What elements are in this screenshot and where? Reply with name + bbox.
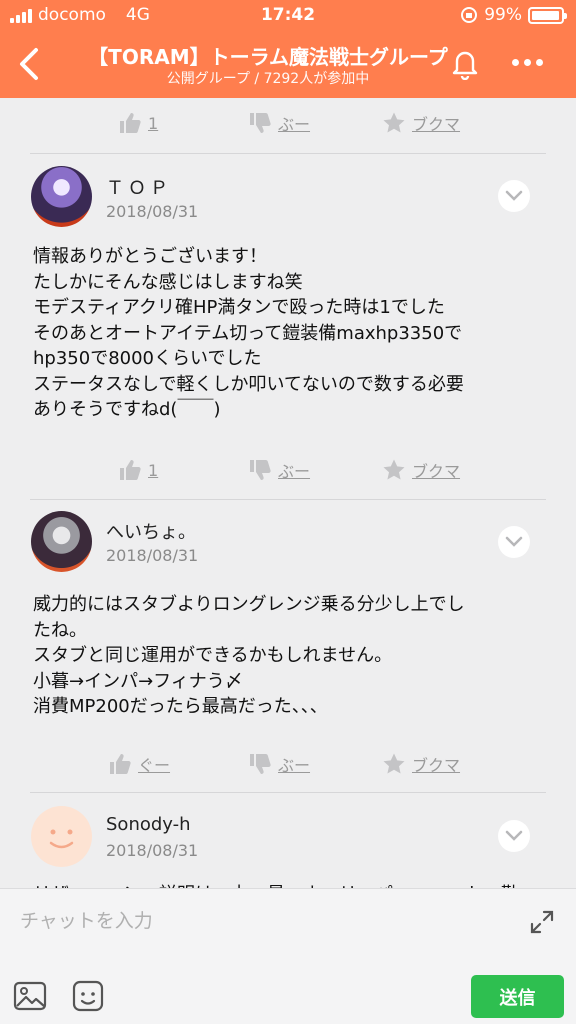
thumbs-down-icon [250,113,271,133]
avatar[interactable] [31,806,92,867]
post-divider [30,792,546,793]
boo-button[interactable]: ぶー [248,752,310,776]
boo-button[interactable]: ぶー [248,458,310,482]
smiley-icon [49,829,74,849]
post-line: そのあとオートアイテム切って鎧装備maxhp3350で [33,322,463,344]
reaction-bar: 1 ぶー ブクマ [0,103,576,143]
thumbs-down-icon [250,754,271,774]
group-title: 【TORAM】トーラム魔法戦士グループ [88,45,448,69]
post-menu-button[interactable] [498,180,530,212]
battery-percent: 99% [484,5,522,25]
thumbs-up-icon [110,754,131,774]
star-icon [383,112,405,133]
post-line: スタブと同じ運用ができるかもしれません。 [33,645,393,666]
like-button[interactable]: 1 [118,111,158,135]
post-body: 情報ありがとうございます！ たしかにそんな感じはしますね笑 モデスティアクリ確H… [33,244,553,423]
boo-button[interactable]: ぶー [248,111,310,135]
chevron-down-icon [505,190,523,201]
like-button[interactable]: 1 [118,458,158,482]
bookmark-button[interactable]: ブクマ [382,752,460,776]
group-subtitle: 公開グループ / 7292人が参加中 [166,71,370,87]
post-line: 消費MP200だったら最高だった、、、 [33,696,328,717]
reaction-bar: 1 ぶー ブクマ [0,450,576,490]
more-options-icon[interactable] [512,52,556,72]
battery-icon [528,6,567,24]
sticker-icon[interactable] [70,978,106,1014]
image-icon[interactable] [12,978,48,1014]
post-line: 威力的にはスタブよりロングレンジ乗る分少し上でし [33,594,465,615]
post-divider [30,153,546,154]
post-line: ステータスなしで軽くしか叩いてないので数する必要 [33,373,464,395]
bookmark-button[interactable]: ブクマ [382,111,460,135]
post-line: モデスティアクリ確HP満タンで殴った時は1でした [33,297,445,318]
post-line: ありそうですねd(￣￣) [33,399,221,420]
post-author[interactable]: Sonody-h [106,814,191,835]
post-line: 小暮→インパ→フィナう〆 [33,670,243,692]
post-line: たね。 [33,619,87,641]
avatar[interactable] [31,511,92,572]
post-author[interactable]: ＴＯＰ [106,174,172,200]
post-body: 威力的にはスタブよりロングレンジ乗る分少し上でし たね。 スタブと同じ運用ができ… [33,592,553,720]
star-icon [383,753,405,774]
like-count: 1 [148,460,159,480]
bookmark-label: ブクマ [412,115,461,134]
like-label: ぐー [138,756,171,775]
post-line: hp350で8000くらいでした [33,348,262,369]
send-button[interactable]: 送信 [471,975,564,1018]
like-count: 1 [148,113,159,133]
thumbs-down-icon [250,460,271,480]
thumbs-up-icon [120,460,141,480]
expand-icon[interactable] [526,906,558,938]
post-date: 2018/08/31 [106,841,199,860]
post-line: たしかにそんな感じはしますね笑 [33,271,303,293]
star-icon [383,459,405,480]
avatar[interactable] [31,166,92,227]
chat-input[interactable]: チャットを入力 [20,906,153,933]
status-bar: docomo 4G 17:42 99% [0,0,576,30]
post-date: 2018/08/31 [106,202,199,221]
bookmark-label: ブクマ [412,756,461,775]
reaction-bar: ぐー ぶー ブクマ [0,744,576,784]
chevron-down-icon [505,830,523,841]
post-date: 2018/08/31 [106,546,199,565]
boo-label: ぶー [278,115,311,134]
thumbs-up-icon [120,113,141,133]
post-divider [30,499,546,500]
post-line: 情報ありがとうございます！ [33,246,267,267]
rotation-lock-icon [461,7,478,23]
post-author[interactable]: へいちょ。 [106,518,196,544]
post-menu-button[interactable] [498,526,530,558]
boo-label: ぶー [278,756,311,775]
back-icon[interactable] [10,44,50,84]
bookmark-label: ブクマ [412,462,461,481]
chevron-down-icon [505,536,523,547]
app-header: docomo 4G 17:42 99% 【TORAM】トーラム魔法戦士グループ … [0,0,576,98]
boo-label: ぶー [278,462,311,481]
bookmark-button[interactable]: ブクマ [382,458,460,482]
bell-icon[interactable] [448,46,482,80]
like-button[interactable]: ぐー [108,752,170,776]
post-menu-button[interactable] [498,820,530,852]
